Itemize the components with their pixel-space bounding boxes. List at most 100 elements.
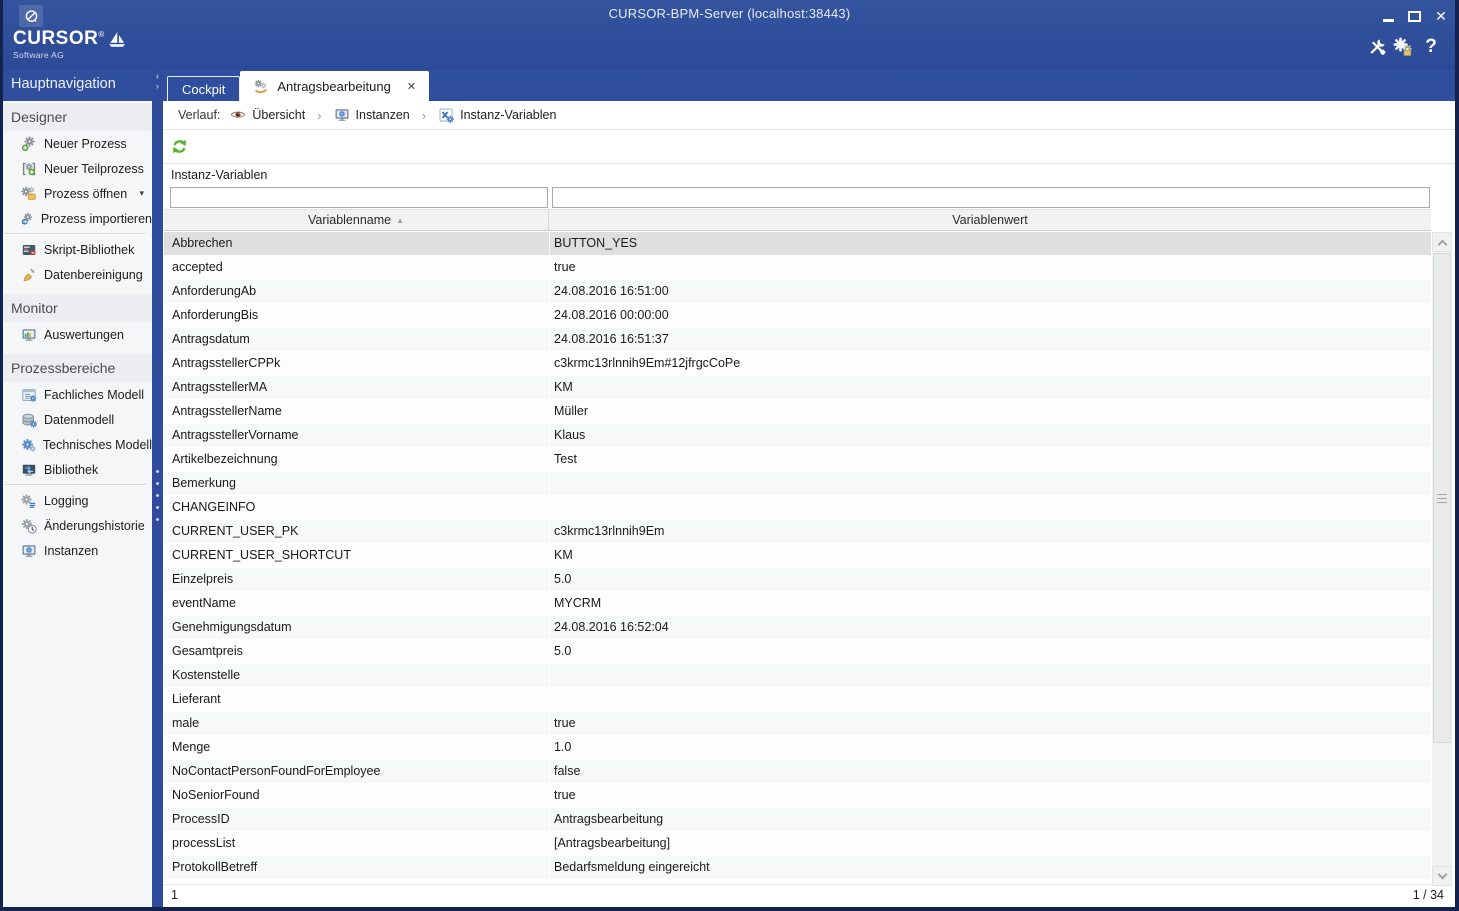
variable-name-cell: CURRENT_USER_SHORTCUT: [164, 544, 549, 567]
chevron-up-icon: [1437, 239, 1447, 249]
close-button[interactable]: ✕: [1431, 6, 1451, 26]
scrollbar-thumb[interactable]: [1433, 253, 1451, 743]
table-footer: 1 1 / 34: [164, 884, 1452, 905]
column-header-variablenwert[interactable]: Variablenwert: [549, 210, 1431, 230]
breadcrumb-item-instanzen[interactable]: Instanzen: [334, 107, 410, 123]
table-row[interactable]: acceptedtrue: [164, 256, 1431, 280]
column-header-variablenname[interactable]: Variablenname ▲: [164, 210, 549, 230]
table-row[interactable]: maletrue: [164, 712, 1431, 736]
breadcrumb-prefix: Verlauf:: [178, 108, 220, 122]
table-row[interactable]: Gesamtpreis5.0: [164, 640, 1431, 664]
table-row[interactable]: ArtikelbezeichnungTest: [164, 448, 1431, 472]
sidebar-item-auswertungen[interactable]: Auswertungen: [3, 322, 152, 347]
variable-value-cell: 24.08.2016 00:00:00: [549, 304, 1431, 327]
sidebar-item-skript-bibliothek[interactable]: Skript-Bibliothek: [3, 237, 152, 262]
variable-value-cell: 24.08.2016 16:51:37: [549, 328, 1431, 351]
instance-variables-icon: [438, 107, 454, 123]
sidebar-section-designer: Designer: [3, 103, 152, 131]
new-process-icon: [21, 136, 37, 152]
variable-name-cell: NoSeniorFound: [164, 784, 549, 807]
sidebar-item-neuer-prozess[interactable]: Neuer Prozess: [3, 131, 152, 156]
table-row[interactable]: AntragsstellerCPPkc3krmc13rlnnih9Em#12jf…: [164, 352, 1431, 376]
table-row[interactable]: AbbrechenBUTTON_YES: [164, 232, 1431, 256]
table-row[interactable]: NoContactPersonFoundForEmployeefalse: [164, 760, 1431, 784]
table-row[interactable]: ProtokollBetreffBedarfsmeldung eingereic…: [164, 856, 1431, 880]
table-row[interactable]: CURRENT_USER_SHORTCUTKM: [164, 544, 1431, 568]
sidebar-splitter[interactable]: ‹ ›: [152, 70, 163, 907]
table-row[interactable]: CHANGEINFO: [164, 496, 1431, 520]
variable-name-cell: male: [164, 712, 549, 735]
table-row[interactable]: Antragsdatum24.08.2016 16:51:37: [164, 328, 1431, 352]
table-row[interactable]: AntragsstellerMAKM: [164, 376, 1431, 400]
tools-button[interactable]: [1366, 36, 1388, 58]
scroll-down-button[interactable]: [1432, 866, 1452, 886]
table-row[interactable]: eventNameMYCRM: [164, 592, 1431, 616]
logo-brand: CURSOR: [13, 29, 98, 49]
table-row[interactable]: AnforderungBis24.08.2016 00:00:00: [164, 304, 1431, 328]
tab-close-icon[interactable]: ✕: [407, 80, 416, 93]
table-row[interactable]: Genehmigungsdatum24.08.2016 16:52:04: [164, 616, 1431, 640]
table-row[interactable]: AnforderungAb24.08.2016 16:51:00: [164, 280, 1431, 304]
maximize-button[interactable]: [1404, 6, 1424, 26]
table-row[interactable]: Bemerkung: [164, 472, 1431, 496]
variable-value-cell: MYCRM: [549, 592, 1431, 615]
table-row[interactable]: AntragsstellerNameMüller: [164, 400, 1431, 424]
sidebar-item-datenbereinigung[interactable]: Datenbereinigung: [3, 262, 152, 287]
chevron-down-icon[interactable]: ▾: [139, 188, 152, 199]
tab-cockpit[interactable]: Cockpit: [167, 76, 240, 101]
variablenname-filter-input[interactable]: [170, 187, 548, 208]
variable-value-cell: c3krmc13rlnnih9Em#12jfrgcCoPe: [549, 352, 1431, 375]
table-row[interactable]: NoSeniorFoundtrue: [164, 784, 1431, 808]
sidebar-item-fachliches-modell[interactable]: Fachliches Modell: [3, 382, 152, 407]
table-row[interactable]: AntragsstellerVornameKlaus: [164, 424, 1431, 448]
breadcrumb-label: Übersicht: [252, 108, 305, 122]
page-indicator: 1: [164, 888, 178, 902]
sidebar-item-bibliothek[interactable]: Bibliothek: [3, 457, 152, 482]
expand-right-icon[interactable]: ›: [152, 81, 163, 91]
table-row[interactable]: Lieferant: [164, 688, 1431, 712]
variablenwert-filter-input[interactable]: [552, 187, 1430, 208]
table-row[interactable]: Kostenstelle: [164, 664, 1431, 688]
variable-name-cell: processList: [164, 832, 549, 855]
help-button[interactable]: ?: [1420, 36, 1442, 58]
collapse-left-icon[interactable]: ‹: [152, 71, 163, 81]
sidebar-item-prozess-öffnen[interactable]: Prozess öffnen▾: [3, 181, 152, 206]
breadcrumb-item-übersicht[interactable]: Übersicht: [230, 107, 305, 123]
sidebar-item-instanzen[interactable]: Instanzen: [3, 538, 152, 563]
table-row[interactable]: Menge1.0: [164, 736, 1431, 760]
table-row[interactable]: CURRENT_USER_PKc3krmc13rlnnih9Em: [164, 520, 1431, 544]
sidebar-item-prozess-importieren[interactable]: Prozess importieren: [3, 206, 152, 231]
sidebar-item-logging[interactable]: Logging: [3, 488, 152, 513]
breadcrumb-separator: ›: [317, 108, 321, 123]
sidebar-item-neuer-teilprozess[interactable]: Neuer Teilprozess: [3, 156, 152, 181]
sidebar-item-technisches-modell[interactable]: Technisches Modell: [3, 432, 152, 457]
tab-antragsbearbeitung[interactable]: Antragsbearbeitung✕: [240, 71, 429, 101]
variable-value-cell: true: [549, 256, 1431, 279]
sidebar-item-label: Datenbereinigung: [44, 268, 143, 282]
window-border-right: [1455, 0, 1459, 911]
sidebar: DesignerNeuer ProzessNeuer TeilprozessPr…: [3, 101, 152, 907]
title-bar: CURSOR-BPM-Server (localhost:38443) CURS…: [0, 0, 1459, 70]
breadcrumb-label: Instanzen: [356, 108, 410, 122]
variable-name-cell: Kostenstelle: [164, 664, 549, 687]
administration-button[interactable]: [1392, 36, 1414, 58]
sidebar-title: Hauptnavigation: [11, 76, 116, 92]
breadcrumb-item-instanz-variablen[interactable]: Instanz-Variablen: [438, 107, 556, 123]
column-label: Variablenname: [308, 213, 391, 227]
sidebar-item-datenmodell[interactable]: Datenmodell: [3, 407, 152, 432]
variable-name-cell: CURRENT_USER_PK: [164, 520, 549, 543]
table-row[interactable]: ProcessIDAntragsbearbeitung: [164, 808, 1431, 832]
vertical-scrollbar[interactable]: [1432, 232, 1452, 886]
grid-section-title: Instanz-Variablen: [171, 168, 267, 182]
variable-value-cell: 24.08.2016 16:51:00: [549, 280, 1431, 303]
minimize-button[interactable]: [1378, 6, 1398, 26]
variable-value-cell: 1.0: [549, 736, 1431, 759]
sidebar-item-label: Logging: [44, 494, 89, 508]
sidebar-item-änderungshistorie[interactable]: Änderungshistorie: [3, 513, 152, 538]
variable-value-cell: Antragsbearbeitung: [549, 808, 1431, 831]
scroll-up-button[interactable]: [1432, 232, 1452, 252]
refresh-button[interactable]: [171, 138, 191, 158]
table-row[interactable]: Einzelpreis5.0: [164, 568, 1431, 592]
table-row[interactable]: processList[Antragsbearbeitung]: [164, 832, 1431, 856]
instances-monitor-icon: [334, 107, 350, 123]
